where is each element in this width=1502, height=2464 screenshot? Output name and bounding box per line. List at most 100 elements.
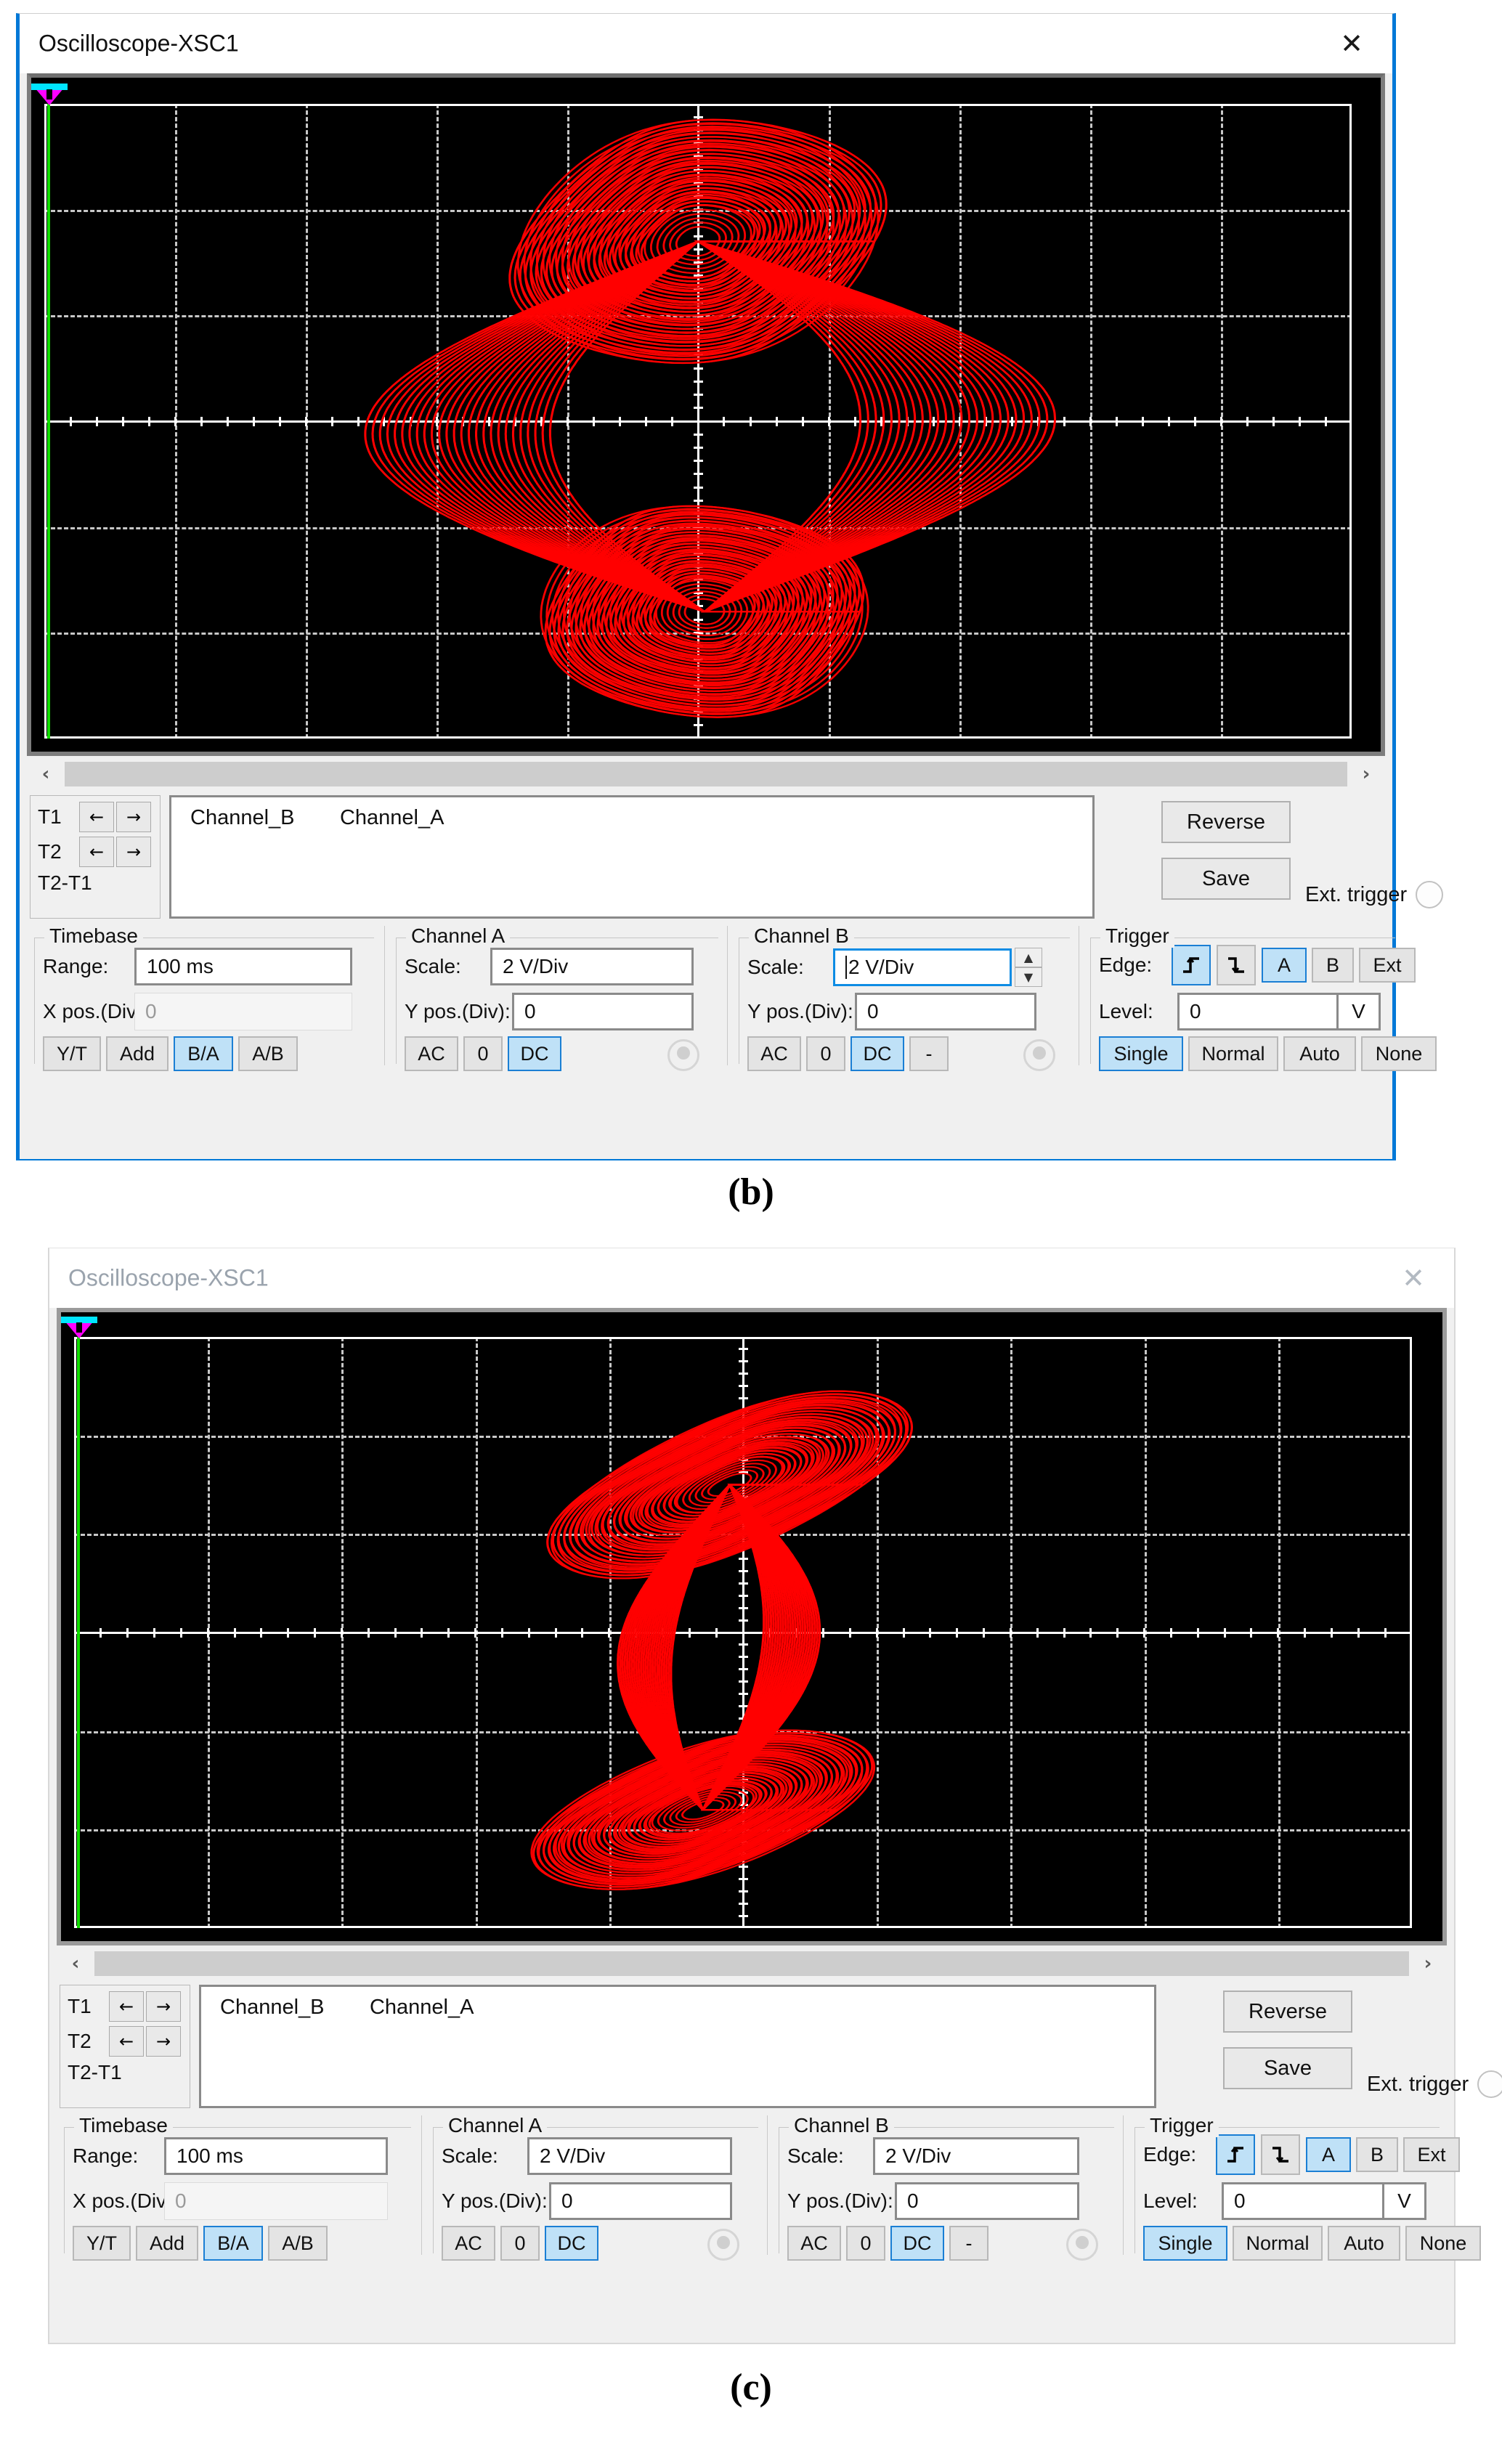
channel-a-scale-input[interactable]: 2 V/Div bbox=[490, 948, 694, 985]
scope-screen-frame bbox=[27, 73, 1385, 756]
channel-a-ypos-input[interactable]: 0 bbox=[549, 2182, 732, 2220]
trigger-rising-edge-icon[interactable] bbox=[1216, 2134, 1255, 2175]
trigger-mode-none[interactable]: None bbox=[1361, 1036, 1437, 1071]
trigger-mode-normal[interactable]: Normal bbox=[1188, 1036, 1278, 1071]
trigger-position-marker[interactable] bbox=[31, 84, 68, 105]
trigger-source-ext[interactable]: Ext bbox=[1403, 2137, 1460, 2172]
channel-a-coupling-0[interactable]: 0 bbox=[500, 2226, 540, 2261]
range-input[interactable]: 100 ms bbox=[134, 948, 352, 985]
cursor-and-legend-row: T1 ← → T2 ← → T2-T1 Channel_B Channel_A … bbox=[30, 795, 1444, 919]
ext-trigger-terminal[interactable]: Ext. trigger bbox=[1367, 2070, 1502, 2098]
channel-a-coupling-dc[interactable]: DC bbox=[508, 1036, 561, 1071]
oscilloscope-window-b[interactable]: Oscilloscope-XSC1 ✕ ‹ › T1 ← → T2 ← → T2… bbox=[16, 13, 1444, 1160]
trigger-rising-edge-icon[interactable] bbox=[1172, 945, 1211, 985]
cursor-t2-left-button[interactable]: ← bbox=[109, 2026, 144, 2057]
channel-a-coupling-0[interactable]: 0 bbox=[463, 1036, 503, 1071]
cursor-t2-right-button[interactable]: → bbox=[116, 837, 151, 867]
scrollbar-track[interactable] bbox=[65, 762, 1347, 786]
trigger-mode-none[interactable]: None bbox=[1405, 2226, 1481, 2261]
channel-b-ypos-input[interactable]: 0 bbox=[855, 993, 1036, 1030]
trigger-source-a[interactable]: A bbox=[1306, 2137, 1351, 2172]
scroll-left-arrow-icon[interactable]: ‹ bbox=[57, 1950, 94, 1977]
channel-a-coupling-ac[interactable]: AC bbox=[405, 1036, 458, 1071]
channel-b-coupling-x[interactable]: - bbox=[909, 1036, 949, 1071]
trigger-mode-single[interactable]: Single bbox=[1143, 2226, 1227, 2261]
trigger-mode-single[interactable]: Single bbox=[1099, 1036, 1183, 1071]
close-icon[interactable]: ✕ bbox=[1324, 23, 1379, 65]
channel-b-coupling-0[interactable]: 0 bbox=[846, 2226, 885, 2261]
channel-a-title: Channel A bbox=[406, 924, 511, 948]
save-button[interactable]: Save bbox=[1223, 2047, 1352, 2089]
timebase-mode-y-t[interactable]: Y/T bbox=[73, 2226, 131, 2261]
channel-a-coupling-ac[interactable]: AC bbox=[442, 2226, 495, 2261]
trigger-position-marker[interactable] bbox=[61, 1317, 97, 1338]
cursor-t1-right-button[interactable]: → bbox=[116, 802, 151, 832]
timebase-mode-b-a[interactable]: B/A bbox=[174, 1036, 233, 1071]
timebase-mode-a-b[interactable]: A/B bbox=[238, 1036, 298, 1071]
cursor-t2-left-button[interactable]: ← bbox=[79, 837, 114, 867]
trigger-mode-auto[interactable]: Auto bbox=[1283, 1036, 1356, 1071]
cursor-and-legend-row: T1 ← → T2 ← → T2-T1 Channel_B Channel_A … bbox=[60, 1985, 1502, 2108]
channel-b-ypos-input[interactable]: 0 bbox=[895, 2182, 1079, 2220]
ext-trigger-connector-icon[interactable] bbox=[1477, 2070, 1502, 2098]
trigger-mode-auto[interactable]: Auto bbox=[1328, 2226, 1400, 2261]
cursor-t1-left-button[interactable]: ← bbox=[109, 1991, 144, 2022]
reverse-button[interactable]: Reverse bbox=[1223, 1991, 1352, 2033]
scroll-left-arrow-icon[interactable]: ‹ bbox=[27, 760, 65, 788]
scroll-right-arrow-icon[interactable]: › bbox=[1409, 1950, 1447, 1977]
channel-b-probe-terminal-icon[interactable] bbox=[1023, 1039, 1055, 1071]
xpos-input[interactable]: 0 bbox=[134, 993, 352, 1030]
cursor-line-t1[interactable] bbox=[77, 1337, 80, 1928]
timebase-mode-a-b[interactable]: A/B bbox=[268, 2226, 328, 2261]
channel-b-scale-input[interactable]: 2 V/Div bbox=[833, 948, 1012, 986]
horizontal-scrollbar[interactable]: ‹ › bbox=[27, 760, 1385, 788]
timebase-mode-b-a[interactable]: B/A bbox=[203, 2226, 263, 2261]
channel-b-probe-terminal-icon[interactable] bbox=[1066, 2229, 1098, 2261]
timebase-mode-y-t[interactable]: Y/T bbox=[43, 1036, 101, 1071]
ext-trigger-connector-icon[interactable] bbox=[1416, 881, 1444, 908]
stepper-down-icon[interactable]: ▼ bbox=[1015, 967, 1042, 987]
save-button[interactable]: Save bbox=[1161, 858, 1291, 900]
channel-b-coupling-dc[interactable]: DC bbox=[890, 2226, 944, 2261]
channel-a-coupling-dc[interactable]: DC bbox=[545, 2226, 598, 2261]
cursor-t2-right-button[interactable]: → bbox=[146, 2026, 181, 2057]
trigger-source-a[interactable]: A bbox=[1262, 948, 1307, 983]
close-icon[interactable]: ✕ bbox=[1386, 1257, 1441, 1299]
channel-b-coupling-x[interactable]: - bbox=[949, 2226, 989, 2261]
channel-b-coupling-ac[interactable]: AC bbox=[747, 1036, 801, 1071]
title-bar: Oscilloscope-XSC1 ✕ bbox=[20, 14, 1392, 73]
scroll-right-arrow-icon[interactable]: › bbox=[1347, 760, 1385, 788]
channel-a-scale-input[interactable]: 2 V/Div bbox=[527, 2137, 732, 2175]
stepper-up-icon[interactable]: ▲ bbox=[1015, 948, 1042, 967]
channel-a-ypos-input[interactable]: 0 bbox=[512, 993, 694, 1030]
horizontal-scrollbar[interactable]: ‹ › bbox=[57, 1950, 1447, 1977]
channel-a-probe-terminal-icon[interactable] bbox=[707, 2229, 739, 2261]
trigger-level-input[interactable]: 0 bbox=[1177, 993, 1339, 1030]
cursor-t1-right-button[interactable]: → bbox=[146, 1991, 181, 2022]
trigger-mode-normal[interactable]: Normal bbox=[1233, 2226, 1323, 2261]
cursor-t1-left-button[interactable]: ← bbox=[79, 802, 114, 832]
trigger-falling-edge-icon[interactable] bbox=[1217, 945, 1256, 985]
range-input[interactable]: 100 ms bbox=[164, 2137, 388, 2175]
reverse-button[interactable]: Reverse bbox=[1161, 801, 1291, 843]
trigger-falling-edge-icon[interactable] bbox=[1261, 2134, 1300, 2175]
channel-b-scale-stepper[interactable]: ▲ ▼ bbox=[1015, 948, 1042, 987]
xpos-input[interactable]: 0 bbox=[164, 2182, 388, 2220]
channel-b-coupling-0[interactable]: 0 bbox=[806, 1036, 845, 1071]
channel-b-coupling-ac[interactable]: AC bbox=[787, 2226, 841, 2261]
scope-screen[interactable] bbox=[31, 78, 1381, 752]
scrollbar-track[interactable] bbox=[94, 1951, 1409, 1976]
trigger-source-ext[interactable]: Ext bbox=[1359, 948, 1416, 983]
scope-screen[interactable] bbox=[61, 1312, 1442, 1941]
timebase-mode-add[interactable]: Add bbox=[106, 1036, 169, 1071]
ext-trigger-terminal[interactable]: Ext. trigger bbox=[1305, 881, 1444, 908]
channel-b-scale-input[interactable]: 2 V/Div bbox=[873, 2137, 1079, 2175]
trigger-source-b[interactable]: B bbox=[1312, 948, 1354, 983]
channel-b-coupling-dc[interactable]: DC bbox=[851, 1036, 904, 1071]
cursor-line-t1[interactable] bbox=[47, 104, 50, 739]
channel-a-probe-terminal-icon[interactable] bbox=[667, 1039, 699, 1071]
trigger-level-input[interactable]: 0 bbox=[1222, 2182, 1384, 2220]
oscilloscope-window-c[interactable]: Oscilloscope-XSC1 ✕ ‹ › T1 ← → T2 ← → T2… bbox=[48, 1248, 1502, 2344]
timebase-mode-add[interactable]: Add bbox=[136, 2226, 198, 2261]
trigger-source-b[interactable]: B bbox=[1356, 2137, 1398, 2172]
